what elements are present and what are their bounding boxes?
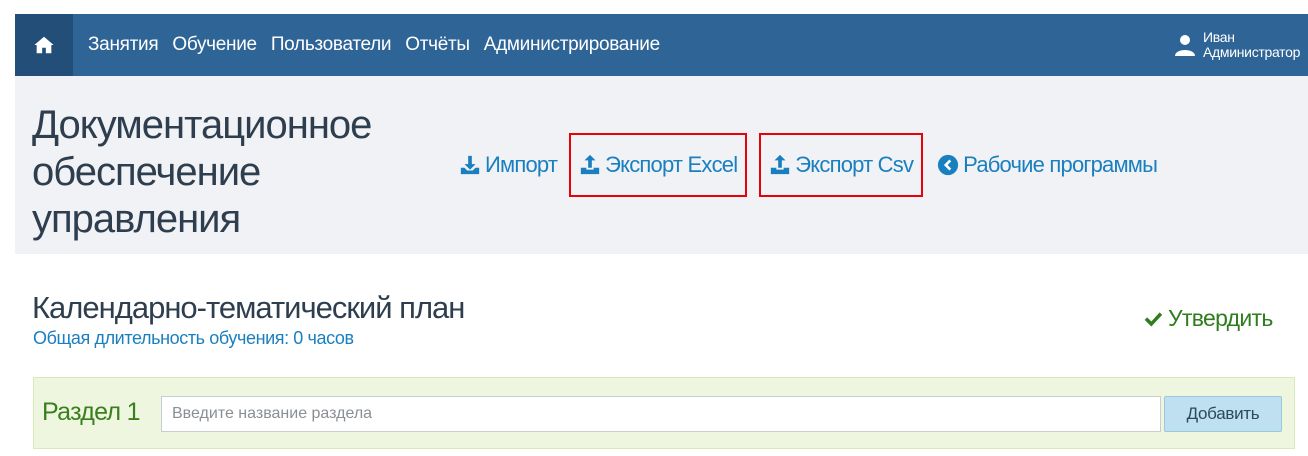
export-csv-button[interactable]: Экспорт Csv xyxy=(759,133,924,197)
nav-item-users[interactable]: Пользователи xyxy=(271,14,392,76)
page-header: Документационное обеспечение управления … xyxy=(15,76,1308,254)
section-name-input[interactable] xyxy=(161,396,1161,432)
user-role: Администратор xyxy=(1203,44,1301,60)
export-csv-label: Экспорт Csv xyxy=(795,152,914,177)
check-icon xyxy=(1144,311,1163,326)
plan-title: Календарно-тематический план xyxy=(32,290,465,325)
plan-duration: Общая длительность обучения: 0 часов xyxy=(33,328,354,348)
download-icon xyxy=(460,155,480,175)
export-excel-label: Экспорт Excel xyxy=(605,152,738,177)
approve-label: Утвердить xyxy=(1168,305,1273,331)
user-menu[interactable]: Иван Администратор xyxy=(1173,14,1300,76)
nav-item-classes[interactable]: Занятия xyxy=(88,14,159,76)
header-actions: Импорт Экспорт Excel Экспорт Csv Рабочие… xyxy=(459,133,1158,197)
import-button[interactable]: Импорт xyxy=(459,133,558,197)
import-label: Импорт xyxy=(485,152,558,177)
work-programs-button[interactable]: Рабочие программы xyxy=(937,133,1158,197)
upload-icon xyxy=(771,154,790,175)
section-label: Раздел 1 xyxy=(42,398,141,426)
upload-icon xyxy=(580,154,600,175)
top-navbar: Занятия Обучение Пользователи Отчёты Адм… xyxy=(15,14,1308,76)
home-button[interactable] xyxy=(15,14,73,76)
section-panel: Раздел 1 Добавить xyxy=(33,377,1295,449)
arrow-circle-left-icon xyxy=(938,154,959,176)
export-excel-button[interactable]: Экспорт Excel xyxy=(569,133,748,197)
page-title: Документационное обеспечение управления xyxy=(32,103,372,241)
home-icon xyxy=(34,36,54,54)
approve-button[interactable]: Утвердить xyxy=(1143,305,1273,332)
nav-item-training[interactable]: Обучение xyxy=(172,14,257,76)
user-icon xyxy=(1175,35,1195,56)
nav-item-administration[interactable]: Администрирование xyxy=(484,14,660,76)
nav-item-reports[interactable]: Отчёты xyxy=(405,14,470,76)
work-programs-label: Рабочие программы xyxy=(963,152,1158,177)
user-first-name: Иван xyxy=(1203,29,1235,45)
add-section-button[interactable]: Добавить xyxy=(1164,396,1282,432)
